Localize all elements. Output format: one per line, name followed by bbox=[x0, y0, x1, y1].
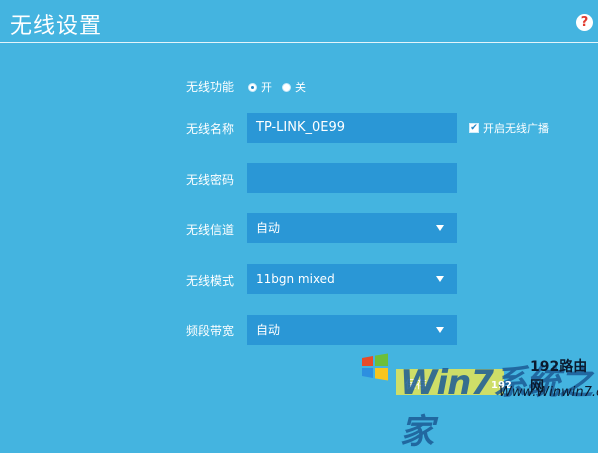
dropdown-caret-icon[interactable] bbox=[436, 276, 444, 282]
radio-off-dot[interactable] bbox=[282, 82, 291, 92]
help-icon[interactable]: ? bbox=[576, 14, 593, 31]
wireless-name-label: 无线名称 bbox=[185, 122, 234, 136]
wireless-name-input[interactable]: TP-LINK_0E99 bbox=[247, 113, 457, 143]
broadcast-checkbox-wrap[interactable]: ✔ 开启无线广播 bbox=[469, 120, 549, 136]
wireless-mode-select[interactable]: 11bgn mixed bbox=[247, 264, 457, 294]
bandwidth-label: 频段带宽 bbox=[185, 324, 234, 338]
wireless-mode-label: 无线模式 bbox=[185, 274, 234, 288]
wireless-mode-value: 11bgn mixed bbox=[256, 272, 335, 286]
wireless-function-radio-group: 开 关 bbox=[248, 79, 316, 95]
page-title: 无线设置 bbox=[10, 14, 103, 39]
dropdown-caret-icon[interactable] bbox=[436, 225, 444, 231]
radio-on-dot[interactable] bbox=[248, 82, 257, 92]
title-divider bbox=[0, 42, 598, 43]
radio-on-label: 开 bbox=[261, 81, 272, 94]
radio-on[interactable]: 开 bbox=[248, 79, 272, 95]
wireless-channel-value: 自动 bbox=[256, 221, 281, 235]
checkbox-check-icon[interactable]: ✔ bbox=[469, 123, 479, 133]
wireless-password-input[interactable] bbox=[247, 163, 457, 193]
bandwidth-value: 自动 bbox=[256, 323, 281, 337]
wireless-channel-select[interactable]: 自动 bbox=[247, 213, 457, 243]
wireless-channel-label: 无线信道 bbox=[185, 223, 234, 237]
radio-off-label: 关 bbox=[295, 81, 306, 94]
windows-logo-icon bbox=[362, 353, 388, 381]
bandwidth-select[interactable]: 自动 bbox=[247, 315, 457, 345]
wireless-function-label: 无线功能 bbox=[185, 80, 234, 94]
dropdown-caret-icon[interactable] bbox=[436, 327, 444, 333]
wireless-password-label: 无线密码 bbox=[185, 173, 234, 187]
radio-off[interactable]: 关 bbox=[282, 79, 306, 95]
watermark-site: Www.Winwin7.com bbox=[499, 385, 598, 400]
broadcast-label: 开启无线广播 bbox=[483, 122, 549, 135]
